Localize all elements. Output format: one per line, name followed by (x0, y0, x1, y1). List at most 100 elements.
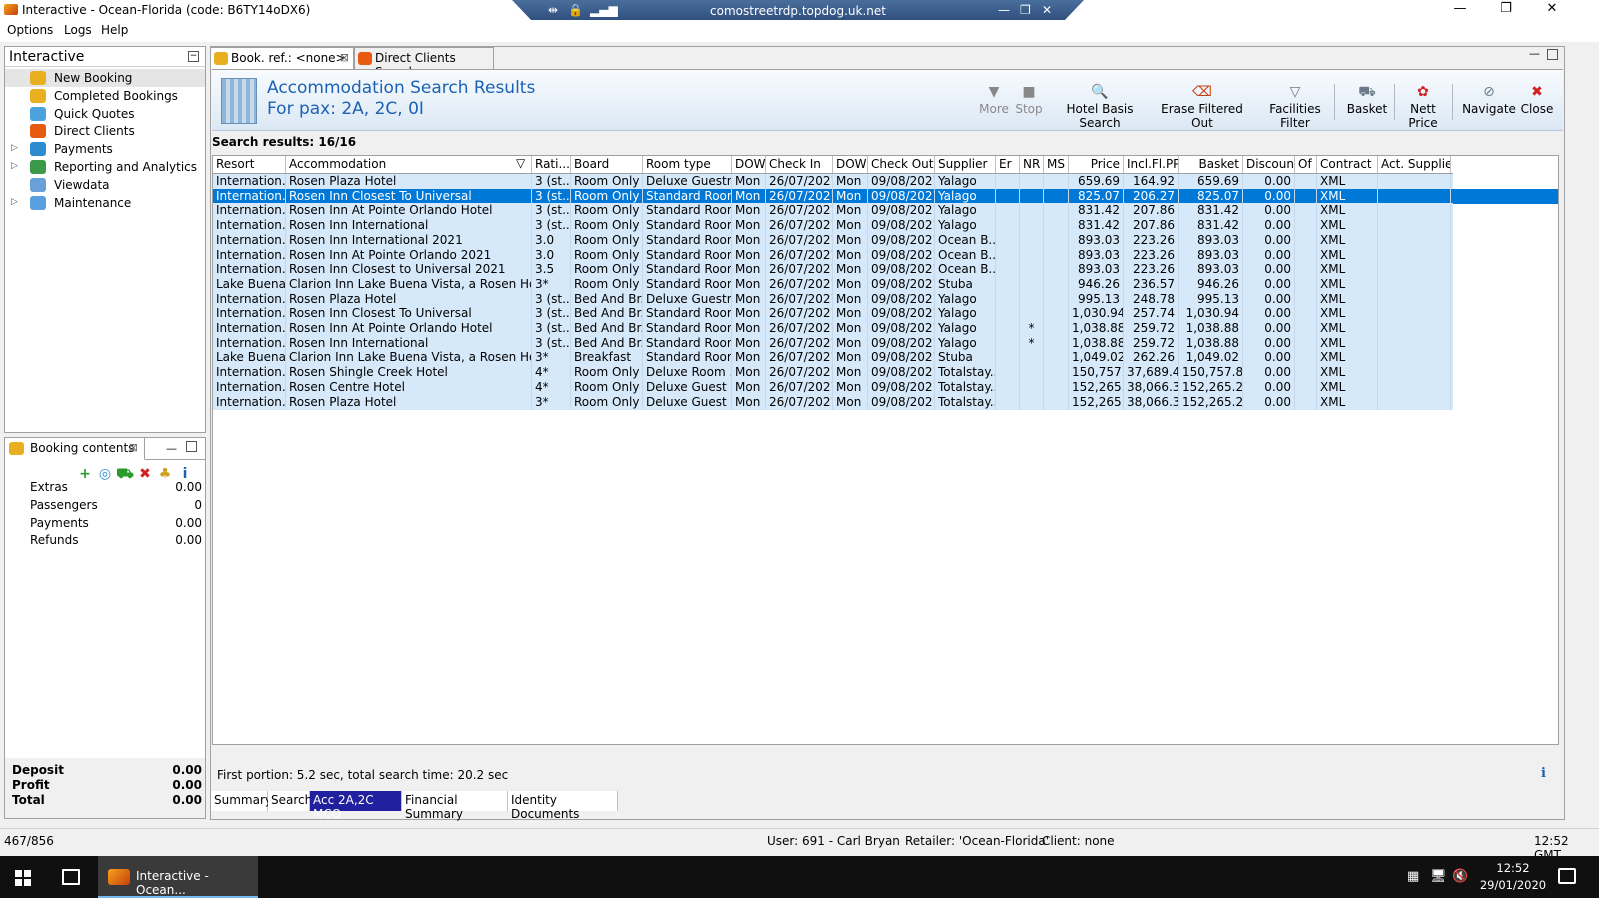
taskbar-app-interactive[interactable]: Interactive - Ocean... (98, 856, 258, 898)
erase-filtered-out-button[interactable]: ⌫ Erase Filtered Out (1154, 82, 1250, 130)
table-cell: 3 (st... (532, 174, 571, 189)
close-tab-icon[interactable]: ⊠ (129, 441, 138, 454)
column-header-discount[interactable]: Discount (1243, 156, 1295, 173)
column-header-contract[interactable]: Contract (1317, 156, 1378, 173)
expand-arrow-icon[interactable]: ▷ (11, 143, 18, 153)
close-button[interactable]: ✖ Close (1517, 82, 1557, 126)
windows-start-icon[interactable] (15, 870, 31, 886)
info-icon[interactable]: i (1541, 766, 1546, 781)
column-header-resort[interactable]: Resort (213, 156, 286, 173)
bottom-tab-financial-summary[interactable]: Financial Summary (402, 791, 508, 821)
column-header-of[interactable]: Of (1295, 156, 1317, 173)
column-header-check-out[interactable]: Check Out (868, 156, 935, 173)
bottom-tab-identity-documents[interactable]: Identity Documents (508, 791, 618, 821)
table-row[interactable]: Internation... Rosen Inn International 3 (… (213, 335, 1453, 351)
minimize-panel-icon[interactable]: — (166, 442, 177, 455)
stop-button[interactable]: ■ Stop (1012, 82, 1046, 126)
table-cell: 09/08/2021 (868, 350, 935, 366)
navigate-button[interactable]: ⊘ Navigate (1462, 82, 1516, 126)
bottom-tab-acc-2a-2c-mco[interactable]: Acc 2A,2C MCO (310, 791, 402, 821)
minimize-panel-icon[interactable]: — (1529, 47, 1540, 60)
column-header-incl-fl-pp[interactable]: Incl.Fl.PP (1124, 156, 1179, 173)
column-header-accommodation[interactable]: Accommodation (286, 156, 532, 173)
column-header-rati[interactable]: Rati... (532, 156, 571, 173)
table-row[interactable]: Internation... Rosen Inn International 3 (… (213, 218, 1453, 234)
column-header-room-type[interactable]: Room type (643, 156, 732, 173)
taskbar-clock[interactable]: 12:52 29/01/2020 (1476, 860, 1550, 894)
column-header-er[interactable]: Er (996, 156, 1020, 173)
menu-help[interactable]: Help (101, 23, 128, 37)
table-cell: Internation... (213, 335, 286, 351)
column-header-basket[interactable]: Basket (1179, 156, 1243, 173)
close-window-button[interactable]: ✕ (1529, 0, 1575, 20)
booking-contents-tab[interactable]: Booking contents ⊠ (5, 438, 145, 460)
table-row[interactable]: Internation... Rosen Inn At Pointe Orland… (213, 203, 1453, 219)
nav-collapse-button[interactable]: − (188, 51, 199, 62)
column-header-supplier[interactable]: Supplier (935, 156, 996, 173)
more-button[interactable]: ▼ More (974, 82, 1014, 126)
table-row[interactable]: Internation... Rosen Shingle Creek Hotel 4… (213, 365, 1453, 381)
column-header-act-supplier[interactable]: Act. Supplier (1378, 156, 1451, 173)
table-cell: Stuba (935, 276, 996, 292)
column-header-nr[interactable]: NR (1020, 156, 1044, 173)
column-header-board[interactable]: Board (571, 156, 643, 173)
table-cell: 3 (st... (532, 291, 571, 307)
table-cell: 223.26 (1124, 232, 1179, 248)
nav-item-maintenance[interactable]: ▷ Maintenance (5, 194, 205, 212)
restore-button[interactable]: ❐ (1483, 0, 1529, 20)
rdp-restore-icon[interactable]: ❐ (1020, 3, 1031, 17)
table-cell: XML (1317, 203, 1378, 219)
table-row[interactable]: Internation... Rosen Inn Closest to Unive… (213, 262, 1453, 278)
nav-item-direct-clients[interactable]: Direct Clients (5, 122, 205, 140)
facilities-filter-button[interactable]: ▽ Facilities Filter (1256, 82, 1334, 130)
rdp-minimize-icon[interactable]: — (998, 3, 1010, 17)
column-header-dow[interactable]: DOW (833, 156, 868, 173)
erase-filtered-out-icon: ⌫ (1192, 84, 1212, 100)
volume-muted-icon[interactable]: 🔇 (1452, 869, 1468, 884)
bottom-tab-summary[interactable]: Summary (211, 791, 272, 811)
maximize-panel-icon[interactable] (186, 441, 197, 452)
notifications-icon[interactable] (1558, 868, 1576, 884)
table-row[interactable]: Internation... Rosen Centre Hotel 4* Room O… (213, 379, 1453, 395)
table-cell: 0.00 (1243, 203, 1295, 219)
table-row[interactable]: Lake Buena...Clarion Inn Lake Buena Vist… (213, 350, 1453, 366)
nett-price-button[interactable]: ✿ Nett Price (1394, 82, 1452, 130)
color-palette-icon[interactable]: ▦ (1407, 869, 1419, 884)
column-header-price[interactable]: Price (1069, 156, 1124, 173)
table-row[interactable]: Internation... Rosen Plaza Hotel 3* Room On… (213, 394, 1453, 410)
close-tab-icon[interactable]: ⊠ (340, 51, 349, 64)
bottom-tab-search[interactable]: Search (268, 791, 312, 811)
table-row[interactable]: Internation... Rosen Plaza Hotel 3 (st... B… (213, 291, 1453, 307)
network-icon[interactable]: 🖥 (1430, 869, 1447, 884)
nav-item-payments[interactable]: ▷ Payments (5, 140, 205, 158)
nav-item-quick-quotes[interactable]: Quick Quotes (5, 105, 205, 123)
minimize-button[interactable]: — (1437, 0, 1483, 20)
expand-arrow-icon[interactable]: ▷ (11, 161, 18, 171)
basket-button[interactable]: ⛟ Basket (1342, 82, 1392, 126)
nav-item-new-booking[interactable]: New Booking (5, 69, 205, 87)
table-cell: Mon (833, 203, 868, 219)
rdp-close-icon[interactable]: ✕ (1042, 3, 1052, 17)
filter-icon[interactable]: ▽ (516, 156, 525, 170)
table-row[interactable]: Internation... Rosen Inn Closest To Unive… (213, 306, 1453, 322)
column-header-check-in[interactable]: Check In (766, 156, 833, 173)
table-row[interactable]: Internation... Rosen Inn At Pointe Orland… (213, 247, 1453, 263)
expand-arrow-icon[interactable]: ▷ (11, 197, 18, 207)
nav-item-completed-bookings[interactable]: Completed Bookings (5, 87, 205, 105)
column-header-dow[interactable]: DOW (732, 156, 766, 173)
nav-item-reporting-and-analytics[interactable]: ▷ Reporting and Analytics (5, 158, 205, 176)
maximize-panel-icon[interactable] (1547, 49, 1558, 60)
table-row[interactable]: Lake Buena...Clarion Inn Lake Buena Vist… (213, 276, 1453, 292)
column-header-ms[interactable]: MS (1044, 156, 1069, 173)
table-row[interactable]: Internation... Rosen Inn At Pointe Orland… (213, 321, 1453, 336)
tab-direct-clients-search[interactable]: Direct Clients Search (354, 47, 494, 79)
menu-logs[interactable]: Logs (64, 23, 92, 37)
menu-options[interactable]: Options (7, 23, 53, 37)
table-row[interactable]: Internation... Rosen Inn International 20… (213, 232, 1453, 248)
table-row[interactable]: Internation... Rosen Inn Closest To Unive… (213, 188, 1558, 204)
table-row[interactable]: Internation... Rosen Plaza Hotel 3 (st... R… (213, 174, 1453, 189)
task-view-icon[interactable] (62, 869, 80, 885)
nav-item-viewdata[interactable]: Viewdata (5, 176, 205, 194)
hotel-basis-search-button[interactable]: 🔍 Hotel Basis Search (1050, 82, 1150, 130)
tab-book-ref[interactable]: Book. ref.: <none> ⊠ (210, 47, 354, 69)
